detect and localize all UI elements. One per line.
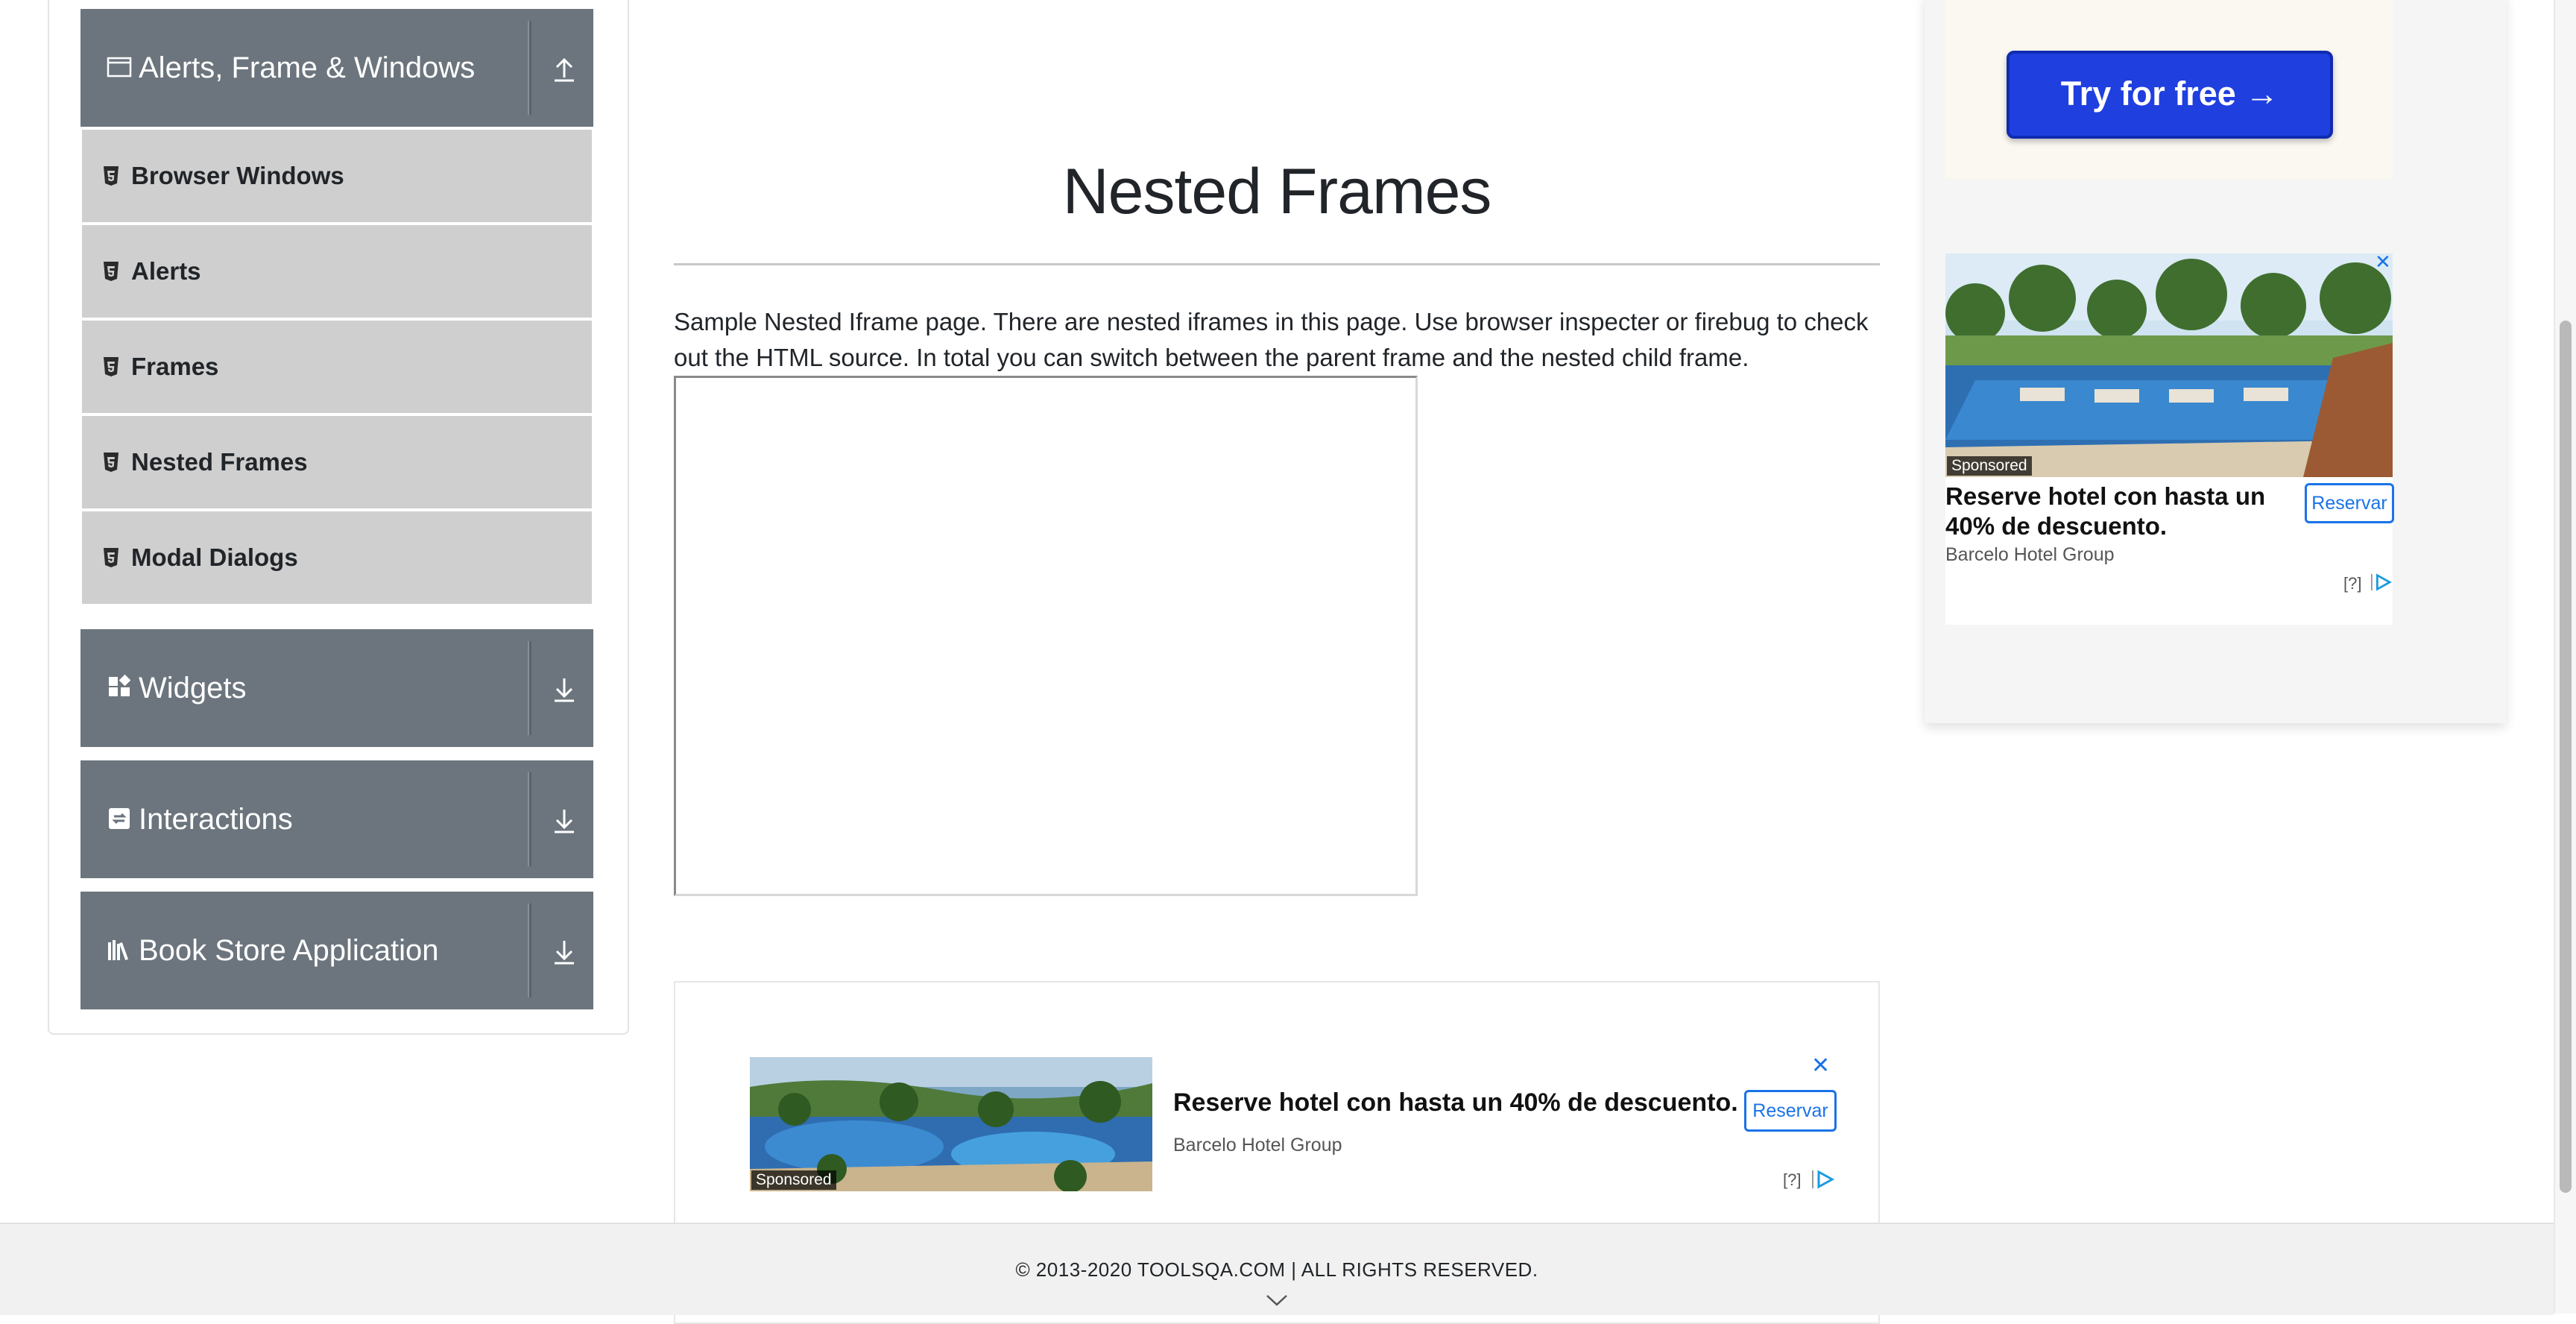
sidebar-item-modal-dialogs[interactable]: Modal Dialogs: [82, 511, 592, 604]
reservar-button[interactable]: Reservar: [2305, 483, 2394, 523]
sidebar-item-label: Frames: [131, 353, 219, 380]
pool-photo: [1945, 253, 2393, 477]
ad-image-pool[interactable]: Sponsored: [1945, 253, 2393, 477]
sidebar-item-nested-frames[interactable]: Nested Frames: [82, 416, 592, 508]
group-divider: [528, 641, 531, 735]
ad-brand: Barcelo Hotel Group: [1945, 544, 2115, 565]
sidebar-item-frames[interactable]: Frames: [82, 321, 592, 413]
ad-brand: Barcelo Hotel Group: [1173, 1135, 1342, 1156]
html5-icon: [104, 166, 119, 186]
sidebar-item-label: Modal Dialogs: [131, 543, 298, 571]
html5-icon: [104, 262, 119, 281]
group-label: Book Store Application: [139, 934, 439, 967]
sponsored-label: Sponsored: [751, 1170, 836, 1190]
sponsored-label: Sponsored: [1947, 456, 2032, 476]
group-header-widgets[interactable]: Widgets: [80, 629, 593, 747]
group-label: Alerts, Frame & Windows: [139, 51, 476, 84]
group-header-interactions[interactable]: Interactions: [80, 760, 593, 878]
ad-info-link[interactable]: [?]: [1783, 1170, 1801, 1190]
sidebar-item-browser-windows[interactable]: Browser Windows: [82, 130, 592, 222]
group-label: Widgets: [139, 672, 247, 704]
scrollbar-thumb[interactable]: [2560, 321, 2572, 1193]
expand-arrow-icon[interactable]: [549, 672, 580, 704]
try-for-free-button[interactable]: Try for free →: [2007, 51, 2333, 139]
books-icon: [108, 940, 128, 960]
footer: © 2013-2020 TOOLSQA.COM | ALL RIGHTS RES…: [0, 1223, 2554, 1315]
page-title: Nested Frames: [1062, 156, 1492, 227]
html5-icon: [104, 548, 119, 567]
close-ad-icon[interactable]: ✕: [1811, 1053, 1830, 1079]
reservar-button[interactable]: Reservar: [1744, 1090, 1837, 1132]
sidebar-item-label: Browser Windows: [131, 162, 344, 189]
sidebar-item-label: Alerts: [131, 257, 201, 285]
ad-image-resort[interactable]: Sponsored: [750, 1057, 1152, 1191]
title-divider: [674, 263, 1880, 265]
ad-info-link[interactable]: [?]: [2343, 574, 2361, 593]
group-divider: [528, 904, 531, 997]
adchoices-icon[interactable]: [1810, 1169, 1835, 1190]
sidebar-item-label: Nested Frames: [131, 448, 308, 476]
expand-arrow-icon[interactable]: [549, 935, 580, 966]
parent-iframe[interactable]: [674, 376, 1418, 896]
interactions-icon: [109, 808, 130, 829]
ad-headline[interactable]: Reserve hotel con hasta un 40% de descue…: [1945, 482, 2296, 541]
group-label: Interactions: [139, 803, 293, 836]
ad-headline[interactable]: Reserve hotel con hasta un 40% de descue…: [1173, 1088, 1738, 1117]
intro-text: Sample Nested Iframe page. There are nes…: [674, 308, 1869, 371]
group-header-alerts-frame-windows[interactable]: Alerts, Frame & Windows: [80, 9, 593, 127]
group-divider: [528, 772, 531, 866]
chevron-down-icon[interactable]: [1264, 1291, 1289, 1309]
group-header-book-store[interactable]: Book Store Application: [80, 892, 593, 1009]
window-icon: [107, 57, 132, 78]
html5-icon: [104, 357, 119, 376]
widgets-icon: [109, 674, 131, 696]
copyright-text: © 2013-2020 TOOLSQA.COM | ALL RIGHTS RES…: [1015, 1258, 1538, 1281]
group-divider: [528, 21, 531, 115]
sidebar-item-alerts[interactable]: Alerts: [82, 225, 592, 318]
expand-arrow-icon[interactable]: [549, 804, 580, 835]
adchoices-icon[interactable]: [2369, 573, 2393, 592]
collapse-arrow-icon[interactable]: [549, 52, 580, 83]
close-ad-icon[interactable]: ✕: [2375, 250, 2391, 274]
html5-icon: [104, 453, 119, 472]
